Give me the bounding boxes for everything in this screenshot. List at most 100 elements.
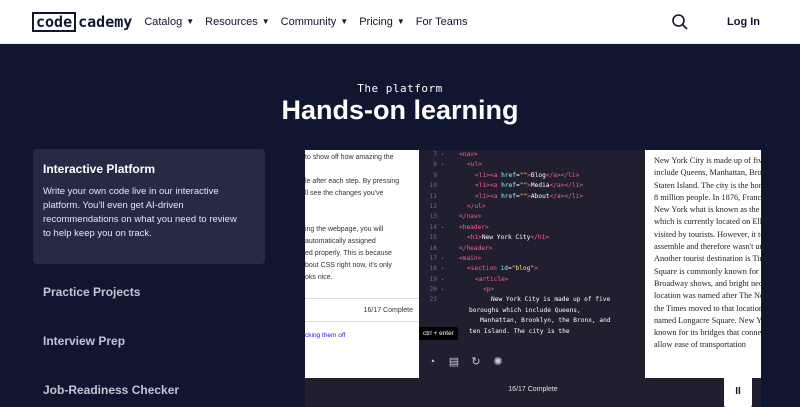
search-icon[interactable] [671,13,689,31]
preview-line: Staten Island. The city is the hom [654,180,761,190]
preview-line: Square is commonly known for th [654,266,761,276]
chevron-down-icon: ▼ [396,17,405,26]
line-number: 11 [429,192,437,200]
nav-label: Catalog [144,15,183,28]
code-token: Media [530,182,550,190]
description-line: Write your own code live in our interact… [43,186,219,197]
code-content: <p> [483,285,494,295]
code-token: <nav> [459,151,478,158]
code-token: id [500,265,508,273]
code-content: <li><a href="">Media</a></li> [475,181,583,191]
code-content: <ul> [467,160,482,170]
code-content: ten Island. The city is the [469,327,570,335]
line-number: 12 [429,202,437,210]
code-line: 15 <h1>New York City</h1> [419,233,645,243]
code-editor[interactable]: 7 ▾ <nav> 8 ▾ <ul> 9 <li><a href="">Blog</a></l… [419,150,645,346]
ai-assist-icon[interactable]: ✺ [491,355,505,369]
line-number: 19 [429,275,437,283]
code-content: <nav> [459,150,478,160]
nav-item-resources[interactable]: Resources ▼ [205,16,270,28]
line-number: 8 [433,161,437,169]
fold-icon[interactable]: ▾ [441,285,444,295]
line-number: 13 [429,213,437,221]
chevron-down-icon: ▼ [186,17,195,26]
tab-interview-prep[interactable]: Interview Prep [33,334,125,348]
code-line: 17 ▾ <main> [419,254,645,264]
lesson-line: oks nice. [305,274,333,281]
logo-text: cademy [78,12,133,31]
line-number: 17 [429,254,437,262]
fold-icon[interactable]: ▾ [441,160,444,170]
nav-item-for-teams[interactable]: For Teams [416,16,468,28]
code-token: > [534,265,538,273]
codecademy-logo[interactable]: code cademy [32,11,133,32]
code-content: </header> [459,244,493,254]
preview-line: New York City is made up of five [654,156,761,165]
code-token: </a></li> [549,192,584,200]
lesson-line: ed properly. This is because [305,250,392,257]
tab-title: Interactive Platform [43,162,156,176]
login-button[interactable]: Log In [727,16,760,28]
lesson-line: ing the webpage, you will [305,226,384,233]
header-actions: Log In [671,0,760,44]
preview-line: which is currently located on Elli [654,217,761,227]
code-content: <li><a href="">About</a></li> [475,192,583,202]
reset-icon[interactable]: ↻ [469,355,483,369]
code-token: href [501,182,516,190]
tab-practice-projects[interactable]: Practice Projects [33,285,140,299]
run-icon[interactable]: ◔ [425,355,439,369]
line-number: 14 [429,223,437,231]
description-line: to help keep you on track. [43,228,152,239]
section-eyebrow: The platform [357,82,443,95]
line-number: 20 [429,286,437,294]
editor-toolbar: ctrl + enter ◔ ▤ ↻ ✺ [419,327,645,378]
code-token: <li><a [475,192,502,200]
nav-label: For Teams [415,15,468,28]
fold-icon[interactable]: ▾ [441,150,444,160]
lesson-line: ll see the changes you've [305,190,384,197]
code-token: <li><a [475,182,502,190]
fold-icon[interactable]: ▾ [441,223,444,233]
tab-description: Write your own code live in our interact… [43,185,255,241]
lesson-line [305,212,413,224]
code-line: 21 New York City is made up of five [419,295,645,305]
code-token: Blog [530,171,546,179]
code-line: 7 ▾ <nav> [419,150,645,160]
code-content: <h1>New York City</h1> [467,233,549,243]
tab-job-readiness-checker[interactable]: Job-Readiness Checker [33,383,179,397]
code-token: </h1> [530,234,549,242]
code-line: 16 </header> [419,244,645,254]
preview-line: the Times moved to that location [654,303,761,313]
platform-demo: to show off how amazing the le after each… [305,150,761,407]
line-number: 15 [429,234,437,242]
code-content: </nav> [459,212,481,222]
fold-icon[interactable]: ▾ [441,275,444,285]
nav-item-community[interactable]: Community ▼ [281,16,349,28]
preview-line: Broadway shows, and bright neon [654,278,761,288]
code-token: <main> [459,254,482,262]
code-content: Manhattan, Brooklyn, the Bronx, and [469,317,611,325]
lesson-link[interactable]: cking them off [305,332,345,339]
preview-line: assemble and therefore wasn't un [654,242,761,252]
nav-item-pricing[interactable]: Pricing ▼ [359,16,405,28]
preview-line: named Longacre Square. New Yo [654,315,761,325]
lesson-line: bout CSS right now, it's only [305,262,392,269]
fold-icon[interactable]: ▾ [441,264,444,274]
code-token: </nav> [459,213,482,221]
preview-line: Another tourist destination is Tim [654,254,761,264]
nav-item-catalog[interactable]: Catalog ▼ [144,16,194,28]
tab-interactive-platform[interactable]: Interactive Platform Write your own code… [33,149,265,264]
code-token: <section [467,265,501,273]
code-line: 10 <li><a href="">Media</a></li> [419,181,645,191]
preview-line: visited by tourists. However, it to [654,229,761,239]
line-number: 18 [429,265,437,273]
fold-icon[interactable]: ▾ [441,254,444,264]
pause-button[interactable]: II [724,376,752,407]
logo-box-text: code [32,11,77,32]
code-line: boroughs which include Queens, [419,306,645,316]
save-icon[interactable]: ▤ [447,355,461,369]
lesson-line [305,200,413,212]
line-number: 9 [433,171,437,179]
code-token: </a></li> [549,182,584,190]
lesson-text: to show off how amazing the le after each… [305,150,419,284]
